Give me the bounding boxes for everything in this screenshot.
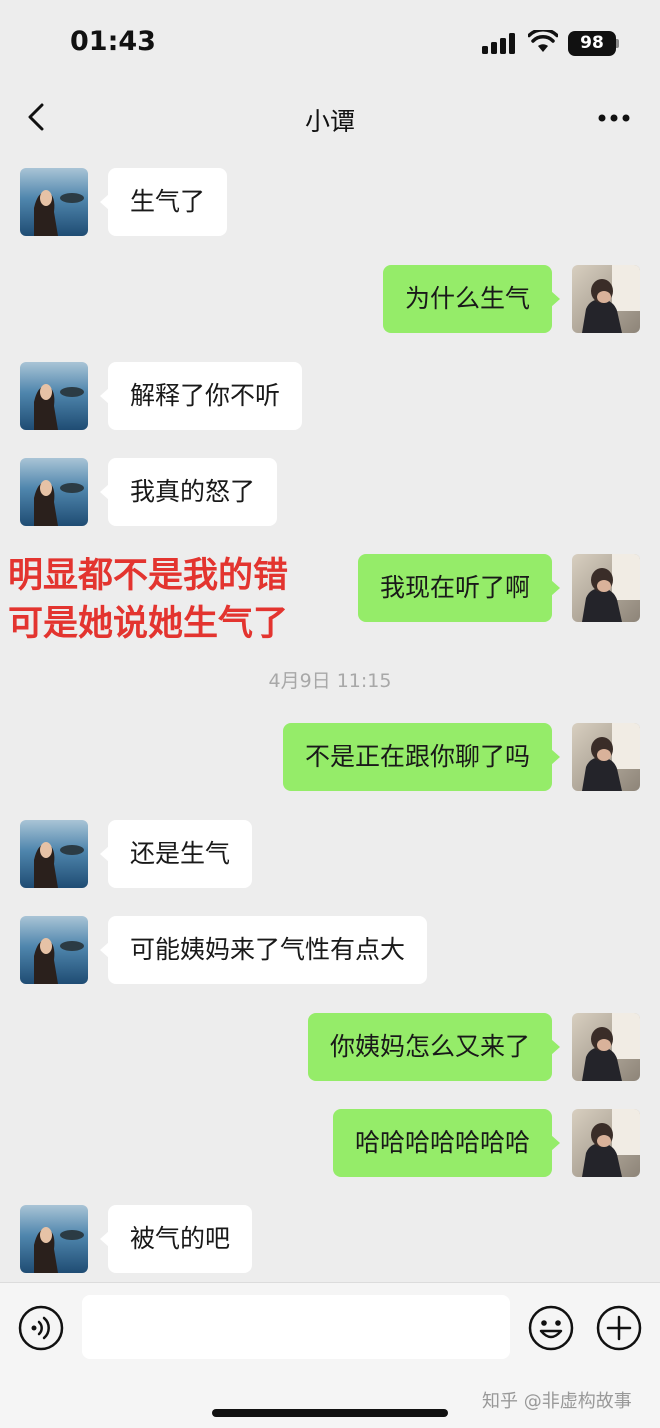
message-row: 被气的吧 bbox=[0, 1205, 660, 1275]
user-avatar[interactable] bbox=[572, 1013, 640, 1081]
status-time: 01:43 bbox=[70, 26, 156, 57]
message-row: 可能姨妈来了气性有点大 bbox=[0, 916, 660, 986]
message-row: 为什么生气 bbox=[0, 265, 660, 335]
annotation-line-2: 可是她说她生气了 bbox=[8, 604, 289, 644]
received-message-bubble[interactable]: 还是生气 bbox=[99, 820, 253, 888]
user-avatar[interactable] bbox=[572, 554, 640, 622]
contact-avatar[interactable] bbox=[20, 820, 88, 888]
received-message-bubble[interactable]: 解释了你不听 bbox=[99, 362, 303, 430]
message-list[interactable]: 生气了 为什么生气 解释了你不听 我真的怒了 我现在听了啊 4月9日 11:15… bbox=[0, 152, 660, 1282]
chat-title: 小谭 bbox=[304, 107, 355, 136]
contact-avatar[interactable] bbox=[20, 916, 88, 984]
home-indicator[interactable] bbox=[212, 1409, 448, 1417]
chat-timestamp: 4月9日 11:15 bbox=[268, 670, 392, 692]
contact-avatar[interactable] bbox=[20, 168, 88, 236]
status-bar: 01:43 98 bbox=[0, 0, 660, 90]
received-message-bubble[interactable]: 可能姨妈来了气性有点大 bbox=[99, 916, 428, 984]
sent-message-bubble[interactable]: 你姨妈怎么又来了 bbox=[307, 1013, 561, 1081]
sent-message-bubble[interactable]: 哈哈哈哈哈哈哈 bbox=[332, 1109, 561, 1177]
message-row: 你姨妈怎么又来了 bbox=[0, 1013, 660, 1083]
contact-avatar[interactable] bbox=[20, 362, 88, 430]
input-toolbar: 知乎 @非虚构故事 bbox=[0, 1282, 660, 1428]
battery-indicator: 98 bbox=[568, 31, 616, 56]
voice-input-icon[interactable] bbox=[18, 1305, 64, 1351]
message-row: 解释了你不听 bbox=[0, 362, 660, 432]
user-avatar[interactable] bbox=[572, 1109, 640, 1177]
more-options-icon[interactable] bbox=[598, 114, 630, 122]
message-row: 我真的怒了 bbox=[0, 458, 660, 528]
message-row: 生气了 bbox=[0, 168, 660, 238]
plus-icon[interactable] bbox=[596, 1305, 642, 1351]
emoji-icon[interactable] bbox=[528, 1305, 574, 1351]
received-message-bubble[interactable]: 被气的吧 bbox=[99, 1205, 253, 1273]
message-input[interactable] bbox=[82, 1295, 510, 1359]
sent-message-bubble[interactable]: 为什么生气 bbox=[382, 265, 561, 333]
contact-avatar[interactable] bbox=[20, 458, 88, 526]
message-row: 还是生气 bbox=[0, 820, 660, 890]
watermark: 知乎 @非虚构故事 bbox=[482, 1391, 632, 1412]
message-row: 不是正在跟你聊了吗 bbox=[0, 723, 660, 793]
received-message-bubble[interactable]: 生气了 bbox=[99, 168, 228, 236]
user-avatar[interactable] bbox=[572, 265, 640, 333]
user-avatar[interactable] bbox=[572, 723, 640, 791]
sent-message-bubble[interactable]: 我现在听了啊 bbox=[357, 554, 561, 622]
cellular-signal-icon bbox=[482, 33, 515, 54]
wifi-icon bbox=[528, 30, 558, 52]
contact-avatar[interactable] bbox=[20, 1205, 88, 1273]
chat-header: 小谭 bbox=[0, 90, 660, 152]
annotation-line-1: 明显都不是我的错 bbox=[8, 556, 289, 596]
battery-tip bbox=[616, 39, 619, 48]
sent-message-bubble[interactable]: 不是正在跟你聊了吗 bbox=[282, 723, 561, 791]
received-message-bubble[interactable]: 我真的怒了 bbox=[99, 458, 278, 526]
message-row: 哈哈哈哈哈哈哈 bbox=[0, 1109, 660, 1179]
annotation-overlay: 明显都不是我的错 可是她说她生气了 bbox=[8, 552, 348, 648]
